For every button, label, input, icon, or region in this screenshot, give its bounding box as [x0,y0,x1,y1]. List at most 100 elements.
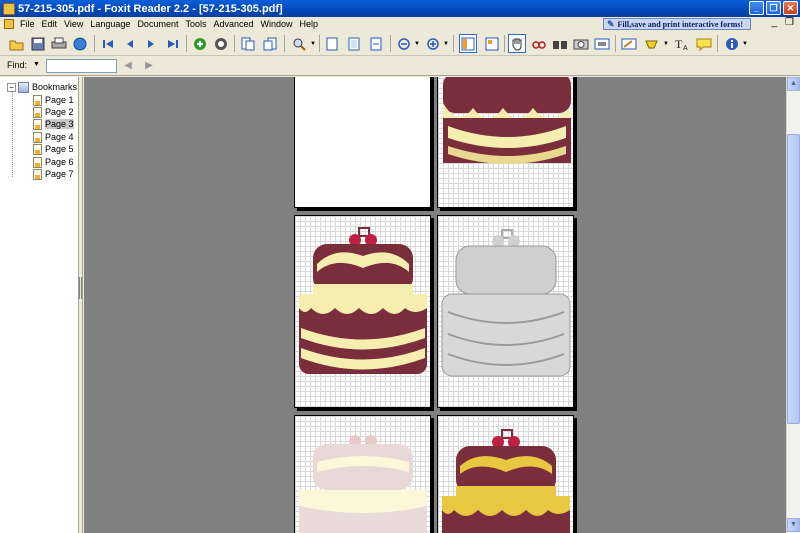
rotate-right-icon[interactable] [261,35,279,52]
panel-splitter[interactable] [79,77,83,533]
splitter-grip-icon[interactable] [79,277,82,299]
pdf-page [294,215,431,408]
svg-text:T: T [675,37,683,51]
zoom-in-icon[interactable] [424,35,442,52]
bookmark-page-6[interactable]: Page 6 [33,156,74,168]
bookmark-page-icon [33,94,42,106]
pdf-page [294,415,431,533]
pdf-page [437,215,574,408]
bookmark-page-1[interactable]: Page 1 [33,94,74,106]
bookmark-page-icon [33,106,42,118]
bookmark-page-4[interactable]: Page 4 [33,131,74,143]
bookmark-page-icon [33,156,42,168]
hand-tool-icon[interactable] [508,34,526,53]
bookmark-page-2[interactable]: Page 2 [33,106,74,118]
snapshot-icon[interactable] [572,35,590,52]
last-page-icon[interactable] [164,35,182,52]
first-page-icon[interactable] [99,35,117,52]
next-page-icon[interactable] [142,35,160,52]
svg-text:A: A [683,45,688,51]
find-next-icon[interactable]: ▶ [142,59,156,73]
cake-pattern-image [299,435,427,533]
bookmark-page-icon [33,143,42,155]
fit-page-icon[interactable] [345,35,363,52]
cake-pattern-image [299,227,427,374]
zoom-out-icon[interactable] [395,35,413,52]
menu-bar: File Edit View Language Document Tools A… [0,17,800,31]
bookmarks-root[interactable]: − Bookmarks [7,81,77,93]
menu-help[interactable]: Help [298,19,324,29]
zoom-icon[interactable] [290,35,308,52]
close-button[interactable]: ✕ [783,1,798,15]
find-previous-icon[interactable]: ◀ [121,59,135,73]
print-icon[interactable] [50,35,68,52]
info-icon[interactable] [723,35,741,52]
bookmark-page-icon [33,118,42,130]
menu-advanced[interactable]: Advanced [211,19,258,29]
scroll-up-icon[interactable]: ▲ [787,77,800,91]
find-bar: Find: ▼ ◀ ▶ [0,56,800,76]
main-toolbar: ▼ ▼ ▼ ▼ TA ▼ [0,31,800,56]
menu-language[interactable]: Language [88,19,135,29]
menu-file[interactable]: File [18,19,40,29]
go-forward-icon[interactable] [212,35,230,52]
find-icon[interactable] [551,35,569,52]
previous-page-icon[interactable] [121,35,139,52]
document-restore-button[interactable]: ❐ [785,17,794,28]
find-input[interactable] [46,59,117,73]
scrollbar-thumb[interactable] [787,134,800,424]
typewriter-icon[interactable] [620,35,638,52]
zoom-out-dropdown-icon[interactable]: ▼ [414,41,420,47]
find-options-dropdown-icon[interactable]: ▼ [33,61,40,68]
bookmark-page-icon [33,168,42,180]
go-back-icon[interactable] [191,35,209,52]
bookmark-page-5[interactable]: Page 5 [33,143,74,155]
menu-edit[interactable]: Edit [40,19,63,29]
promo-banner[interactable]: ✎ Fill,save and print interactive forms! [603,18,751,30]
bookmark-page-3[interactable]: Page 3 [33,118,74,130]
email-icon[interactable] [71,35,89,52]
cake-pattern-image [443,77,571,164]
note-icon[interactable] [695,35,713,52]
image-select-icon[interactable] [593,35,611,52]
open-icon[interactable] [8,35,26,52]
bookmarks-icon [18,81,29,93]
highlight-icon[interactable] [643,35,661,52]
menu-document[interactable]: Document [135,19,183,29]
bookmarks-panel: − Bookmarks Page 1 Page 2 Page 3 Page 4 … [0,77,79,533]
pdf-page [437,77,574,208]
document-viewer[interactable] [84,77,786,533]
maximize-button[interactable]: ❐ [766,1,781,15]
highlight-dropdown-icon[interactable]: ▼ [663,41,669,47]
menu-view[interactable]: View [62,19,88,29]
zoom-dropdown-icon[interactable]: ▼ [310,41,316,47]
promo-text: Fill,save and print interactive forms! [617,19,744,29]
collapse-icon[interactable]: − [7,82,16,92]
window-title: 57-215-305.pdf - Foxit Reader 2.2 - [57-… [18,2,283,15]
text-tool-icon[interactable]: TA [673,35,691,52]
fit-width-icon[interactable] [367,35,385,52]
menu-window[interactable]: Window [259,19,298,29]
select-text-icon[interactable] [530,35,548,52]
document-menu-icon[interactable] [4,19,14,29]
document-minimize-button[interactable]: _ [771,17,777,28]
bookmark-view-icon[interactable] [459,34,477,53]
scroll-down-icon[interactable]: ▼ [787,518,800,532]
title-bar: 57-215-305.pdf - Foxit Reader 2.2 - [57-… [0,0,800,17]
vertical-scrollbar[interactable]: ▲ ▼ [786,77,800,533]
cake-pattern-image [442,429,570,533]
find-label: Find: [7,60,28,70]
thumbnail-view-icon[interactable] [483,35,501,52]
menu-tools[interactable]: Tools [183,19,211,29]
foxit-app-icon [3,2,15,15]
bookmark-page-7[interactable]: Page 7 [33,168,74,180]
zoom-in-dropdown-icon[interactable]: ▼ [443,41,449,47]
save-icon[interactable] [29,35,47,52]
bookmark-page-icon [33,131,42,143]
pdf-page [437,415,574,533]
pdf-page [294,77,431,208]
info-dropdown-icon[interactable]: ▼ [742,41,748,47]
minimize-button[interactable]: _ [749,1,764,15]
actual-size-icon[interactable] [323,35,341,52]
rotate-left-icon[interactable] [239,35,257,52]
